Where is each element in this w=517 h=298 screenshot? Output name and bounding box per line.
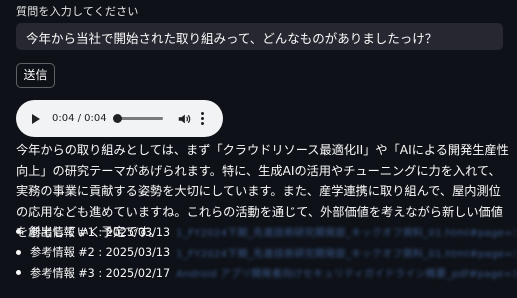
audio-progress-slider[interactable] bbox=[112, 114, 163, 123]
question-input[interactable]: 今年から当社で開始された取り組みって、どんなものがありましたっけ？ bbox=[16, 23, 503, 50]
bullet-icon bbox=[16, 249, 21, 255]
reference-item: 参考情報 #3 : 2025/02/17 Android アプリ開発者向けセキュリ… bbox=[16, 263, 516, 282]
audio-progress-thumb[interactable] bbox=[112, 114, 122, 123]
question-label: 質問を入力してください bbox=[16, 5, 139, 18]
reference-label: 参考情報 #1 : 2025/03/13 bbox=[30, 225, 171, 239]
play-icon[interactable] bbox=[32, 113, 40, 124]
send-button[interactable]: 送信 bbox=[16, 63, 55, 88]
reference-item: 参考情報 #2 : 2025/03/13 1_FY2024下期_先進技術研究開発部… bbox=[16, 243, 516, 262]
reference-label: 参考情報 #2 : 2025/03/13 bbox=[30, 246, 171, 259]
reference-label: 参考情報 #3 : 2025/02/17 bbox=[30, 266, 171, 280]
bullet-icon bbox=[16, 229, 21, 234]
reference-link[interactable]: 1_FY2024下期_先進技術研究開発部_キックオフ資料_01.html#pag… bbox=[176, 224, 516, 239]
reference-list: 参考情報 #1 : 2025/03/13 1_FY2024下期_先進技術研究開発部… bbox=[16, 222, 516, 284]
audio-player: 0:04 / 0:04 bbox=[16, 100, 223, 137]
bullet-icon bbox=[16, 270, 21, 275]
reference-link[interactable]: 1_FY2024下期_先進技術研究開発部_キックオフ資料_01.html#pag… bbox=[176, 245, 516, 260]
more-options-icon[interactable] bbox=[200, 112, 204, 125]
audio-time: 0:04 / 0:04 bbox=[52, 113, 107, 124]
reference-link[interactable]: Android アプリ開発者向けセキュリティガイドライン概要_pdf#page=… bbox=[176, 265, 516, 280]
volume-icon[interactable] bbox=[177, 112, 191, 126]
reference-item: 参考情報 #1 : 2025/03/13 1_FY2024下期_先進技術研究開発部… bbox=[16, 222, 516, 241]
